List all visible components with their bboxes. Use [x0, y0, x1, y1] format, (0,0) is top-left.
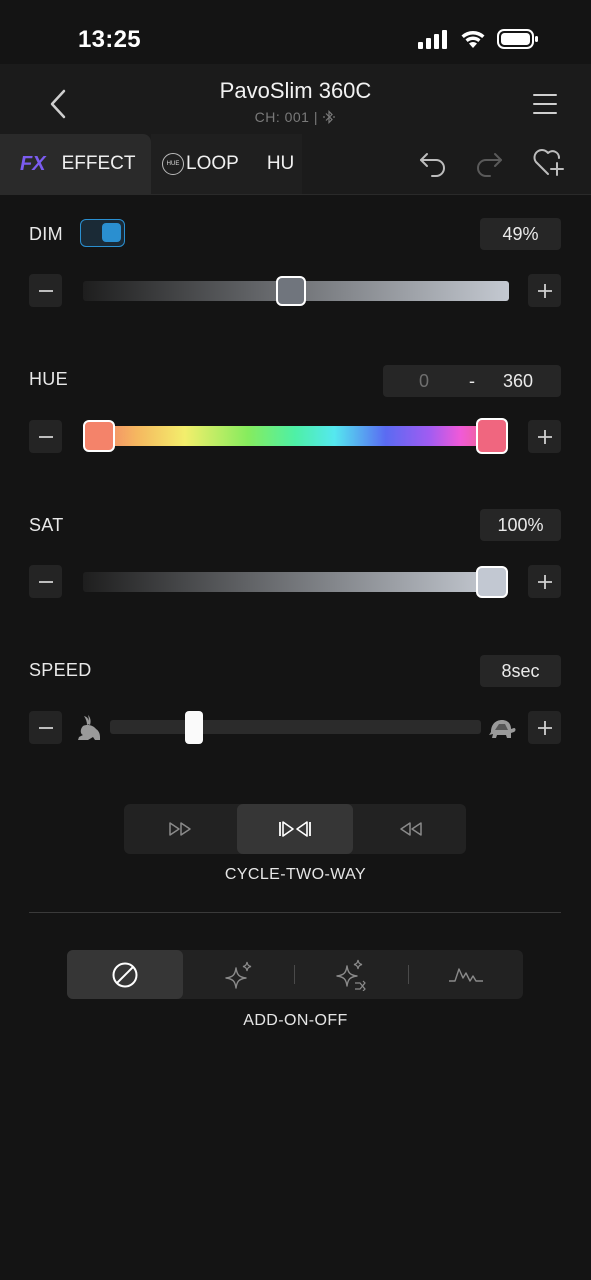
forward-icon: [168, 822, 191, 836]
hue-plus-button[interactable]: [528, 420, 561, 453]
dim-toggle[interactable]: [80, 219, 125, 247]
status-icons: [417, 28, 539, 50]
dim-plus-button[interactable]: [528, 274, 561, 307]
waveform-icon: [449, 967, 483, 982]
addon-sparkle-button[interactable]: [183, 950, 294, 999]
cycle-two-way-icon: [279, 821, 311, 837]
plus-icon: [537, 283, 552, 298]
tab-loop[interactable]: HUE LOOP HU: [151, 134, 302, 194]
tab-strip: FX EFFECT HUE LOOP HU: [0, 134, 302, 194]
dim-toggle-knob: [102, 223, 121, 242]
tab-loop-label: LOOP: [186, 153, 239, 174]
dim-minus-button[interactable]: [29, 274, 62, 307]
addon-flicker-button[interactable]: [409, 950, 523, 999]
direction-two-way-button[interactable]: [237, 804, 353, 854]
sat-minus-button[interactable]: [29, 565, 62, 598]
turtle-icon: [489, 720, 516, 738]
sat-slider-thumb[interactable]: [476, 566, 508, 598]
direction-reverse-button[interactable]: [353, 804, 466, 854]
minus-icon: [38, 289, 53, 292]
dim-label: DIM: [29, 224, 63, 244]
hue-minus-button[interactable]: [29, 420, 62, 453]
hue-range-box: 0 - 360: [383, 365, 561, 397]
hue-min-value[interactable]: 0: [419, 371, 429, 392]
redo-icon[interactable]: [474, 148, 504, 178]
speed-plus-button[interactable]: [528, 711, 561, 744]
addon-sparkle-random-button[interactable]: [295, 950, 408, 999]
direction-forward-button[interactable]: [124, 804, 237, 854]
device-subtitle: CH: 001 |: [0, 109, 591, 125]
addon-caption: ADD-ON-OFF: [243, 1012, 348, 1029]
prohibited-icon: [112, 962, 138, 987]
plus-icon: [537, 720, 552, 735]
tab-effect-label: EFFECT: [61, 153, 136, 174]
channel-label: CH: 001 |: [254, 109, 318, 125]
battery-icon: [497, 29, 538, 49]
hue-end-thumb[interactable]: [476, 418, 508, 454]
hue-max-value[interactable]: 360: [503, 371, 533, 392]
minus-icon: [38, 726, 53, 729]
sparkle-icon: [224, 961, 251, 989]
bluetooth-icon: [323, 110, 336, 124]
dim-slider-thumb[interactable]: [276, 276, 306, 306]
device-title: PavoSlim 360C: [219, 78, 372, 103]
minus-icon: [38, 435, 53, 438]
fx-icon: FX: [20, 152, 46, 175]
hue-loop-icon: HUE: [162, 153, 184, 175]
plus-icon: [537, 574, 552, 589]
reverse-icon: [399, 822, 422, 836]
favorite-add-icon[interactable]: [532, 146, 566, 178]
signal-icon: [418, 30, 447, 49]
hue-label: HUE: [29, 369, 68, 389]
minus-icon: [38, 580, 53, 583]
sat-label: SAT: [29, 515, 64, 535]
plus-icon: [537, 429, 552, 444]
tab-effect[interactable]: FX EFFECT: [0, 134, 151, 194]
menu-icon[interactable]: [531, 90, 559, 118]
addon-off-button[interactable]: [67, 950, 183, 999]
tab-hue-label[interactable]: HU: [267, 153, 294, 175]
speed-value[interactable]: 8sec: [480, 655, 561, 687]
section-divider: [29, 912, 561, 913]
speed-label: SPEED: [29, 660, 92, 680]
sat-slider-track[interactable]: [83, 572, 495, 592]
speed-minus-button[interactable]: [29, 711, 62, 744]
hue-loop-icon-text: HUE: [166, 161, 180, 167]
rabbit-icon: [78, 715, 100, 740]
direction-caption: CYCLE-TWO-WAY: [224, 866, 367, 883]
undo-icon[interactable]: [418, 148, 448, 178]
hue-start-thumb[interactable]: [83, 420, 115, 452]
speed-slider-track[interactable]: [110, 720, 481, 734]
wifi-icon: [461, 31, 485, 48]
dim-value[interactable]: 49%: [480, 218, 561, 250]
hue-range-separator: -: [469, 370, 475, 391]
sparkle-shuffle-icon: [335, 959, 366, 991]
sat-plus-button[interactable]: [528, 565, 561, 598]
sat-value[interactable]: 100%: [480, 509, 561, 541]
speed-slider-thumb[interactable]: [185, 711, 203, 744]
status-time: 13:25: [78, 26, 141, 53]
hue-slider-track[interactable]: [98, 426, 492, 446]
